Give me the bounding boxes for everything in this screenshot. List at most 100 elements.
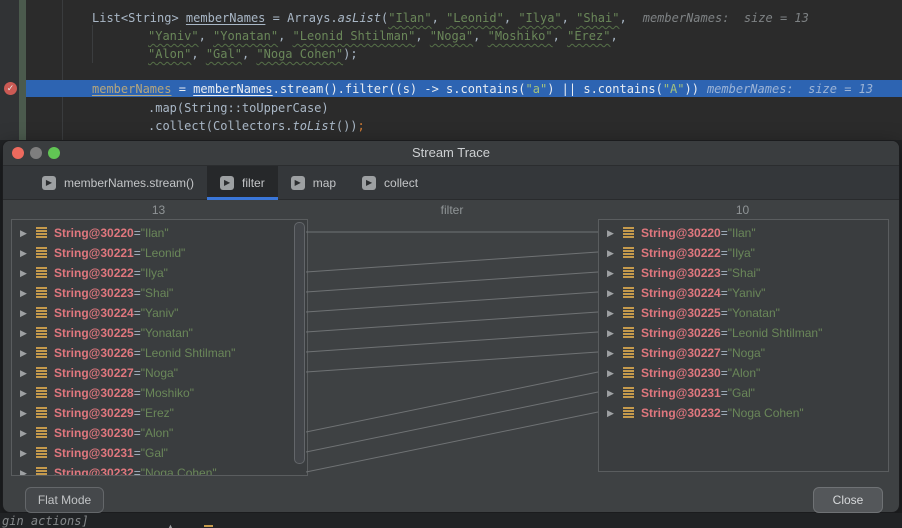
code-token: toList xyxy=(293,119,336,133)
code-token: , xyxy=(415,29,429,43)
expand-arrow-icon[interactable]: ▶ xyxy=(607,268,623,279)
dialog-titlebar[interactable]: Stream Trace xyxy=(3,141,899,166)
code-token: "Yaniv" xyxy=(148,29,199,43)
expand-arrow-icon[interactable]: ▶ xyxy=(20,448,36,459)
object-reference: String@30220 xyxy=(641,226,721,240)
expand-arrow-icon[interactable]: ▶ xyxy=(20,428,36,439)
string-value: "Leonid Shtilman" xyxy=(141,346,236,360)
variable-row[interactable]: ▶String@30227 = "Noga" xyxy=(12,363,307,383)
variable-row[interactable]: ▶String@30231 = "Gal" xyxy=(12,443,307,463)
expand-arrow-icon[interactable]: ▶ xyxy=(607,248,623,259)
expand-arrow-icon[interactable]: ▶ xyxy=(607,348,623,359)
variable-row[interactable]: ▶String@30226 = "Leonid Shtilman" xyxy=(599,323,888,343)
expand-arrow-icon[interactable]: ▶ xyxy=(20,268,36,279)
variable-row[interactable]: ▶String@30230 = "Alon" xyxy=(12,423,307,443)
code-token: memberNames xyxy=(193,82,272,96)
object-reference: String@30231 xyxy=(54,446,134,460)
close-button[interactable]: Close xyxy=(813,487,883,513)
tab-filter[interactable]: ▶ filter xyxy=(207,166,278,199)
tab-map[interactable]: ▶ map xyxy=(278,166,349,199)
value-icon xyxy=(36,467,47,476)
object-reference: String@30220 xyxy=(54,226,134,240)
value-icon xyxy=(36,387,47,399)
mapping-line xyxy=(306,352,598,372)
expand-arrow-icon[interactable]: ▶ xyxy=(20,308,36,319)
variable-row[interactable]: ▶String@30222 = "Ilya" xyxy=(12,263,307,283)
variable-row[interactable]: ▶String@30231 = "Gal" xyxy=(599,383,888,403)
expand-arrow-icon[interactable]: ▶ xyxy=(607,288,623,299)
variable-row[interactable]: ▶String@30225 = "Yonatan" xyxy=(599,303,888,323)
variable-row[interactable]: ▶String@30225 = "Yonatan" xyxy=(12,323,307,343)
tab-membernames-stream[interactable]: ▶ memberNames.stream() xyxy=(29,166,207,199)
expand-arrow-icon[interactable]: ▶ xyxy=(20,248,36,259)
tab-label: filter xyxy=(242,176,265,190)
value-icon xyxy=(36,407,47,419)
variable-row[interactable]: ▶String@30230 = "Alon" xyxy=(599,363,888,383)
before-values-list[interactable]: ▶String@30220 = "Ilan"▶String@30221 = "L… xyxy=(11,219,308,476)
tab-collect[interactable]: ▶ collect xyxy=(349,166,431,199)
expand-arrow-icon[interactable]: ▶ xyxy=(20,288,36,299)
stream-step-icon: ▶ xyxy=(362,176,376,190)
variable-row[interactable]: ▶String@30220 = "Ilan" xyxy=(599,223,888,243)
variable-row[interactable]: ▶String@30223 = "Shai" xyxy=(599,263,888,283)
after-values-list[interactable]: ▶String@30220 = "Ilan"▶String@30222 = "I… xyxy=(598,219,889,472)
expand-arrow-icon[interactable]: ▶ xyxy=(20,328,36,339)
variable-row[interactable]: ▶String@30220 = "Ilan" xyxy=(12,223,307,243)
code-token: "Shai" xyxy=(576,11,619,25)
expand-arrow-icon[interactable]: ▶ xyxy=(20,348,36,359)
variable-row[interactable]: ▶String@30227 = "Noga" xyxy=(599,343,888,363)
variable-row[interactable]: ▶String@30222 = "Ilya" xyxy=(599,243,888,263)
value-icon xyxy=(623,307,634,319)
expand-arrow-icon[interactable]: ▶ xyxy=(607,388,623,399)
expand-arrow-icon[interactable]: ▶ xyxy=(20,468,36,477)
code-token: , xyxy=(191,47,205,61)
string-value: "Ilya" xyxy=(141,266,168,280)
expand-arrow-icon[interactable]: ▶ xyxy=(20,368,36,379)
code-token: memberNames: size = 13 xyxy=(707,82,873,96)
expand-arrow-icon[interactable]: ▶ xyxy=(20,388,36,399)
code-token: memberNames xyxy=(92,82,171,96)
gutter-separator xyxy=(62,0,63,140)
variable-row[interactable]: ▶String@30232 = "Noga Cohen" xyxy=(599,403,888,423)
variable-row[interactable]: ▶String@30223 = "Shai" xyxy=(12,283,307,303)
code-token: )) xyxy=(685,82,699,96)
object-reference: String@30232 xyxy=(54,466,134,476)
value-icon xyxy=(36,267,47,279)
expand-arrow-icon[interactable]: ▶ xyxy=(20,408,36,419)
string-value: "Noga" xyxy=(728,346,765,360)
string-value: "Noga" xyxy=(141,366,178,380)
variable-row[interactable]: ▶String@30229 = "Erez" xyxy=(12,403,307,423)
scrollbar-thumb[interactable] xyxy=(294,222,305,464)
string-value: "Moshiko" xyxy=(141,386,194,400)
expand-arrow-icon[interactable]: ▶ xyxy=(607,368,623,379)
code-line: memberNames = memberNames.stream().filte… xyxy=(92,81,873,98)
string-value: "Yonatan" xyxy=(728,306,780,320)
mapping-line xyxy=(306,372,598,432)
variable-row[interactable]: ▶String@30232 = "Noga Cohen" xyxy=(12,463,307,476)
variable-row[interactable]: ▶String@30221 = "Leonid" xyxy=(12,243,307,263)
expand-arrow-icon[interactable]: ▶ xyxy=(607,328,623,339)
expand-arrow-icon[interactable]: ▶ xyxy=(20,228,36,239)
variable-row[interactable]: ▶String@30228 = "Moshiko" xyxy=(12,383,307,403)
value-icon xyxy=(36,247,47,259)
code-editor[interactable]: ✓ List<String> memberNames = Arrays.asLi… xyxy=(0,0,902,140)
value-icon xyxy=(36,227,47,239)
flat-mode-button[interactable]: Flat Mode xyxy=(25,487,104,513)
expand-arrow-icon[interactable]: ▶ xyxy=(607,308,623,319)
code-token: "Leonid Shtilman" xyxy=(293,29,416,43)
equals-separator: = xyxy=(134,326,141,340)
string-value: "Yaniv" xyxy=(728,286,766,300)
value-icon xyxy=(623,367,634,379)
value-icon xyxy=(623,287,634,299)
variable-row[interactable]: ▶String@30224 = "Yaniv" xyxy=(12,303,307,323)
variable-row[interactable]: ▶String@30224 = "Yaniv" xyxy=(599,283,888,303)
object-reference: String@30229 xyxy=(54,406,134,420)
expand-arrow-icon[interactable]: ▶ xyxy=(607,228,623,239)
code-token: ) || s.contains( xyxy=(547,82,663,96)
code-token: "A" xyxy=(663,82,685,96)
code-line: "Yaniv", "Yonatan", "Leonid Shtilman", "… xyxy=(148,28,618,45)
expand-arrow-icon[interactable]: ▶ xyxy=(607,408,623,419)
breakpoint-icon[interactable]: ✓ xyxy=(4,82,17,95)
variable-row[interactable]: ▶String@30226 = "Leonid Shtilman" xyxy=(12,343,307,363)
equals-separator: = xyxy=(134,366,141,380)
